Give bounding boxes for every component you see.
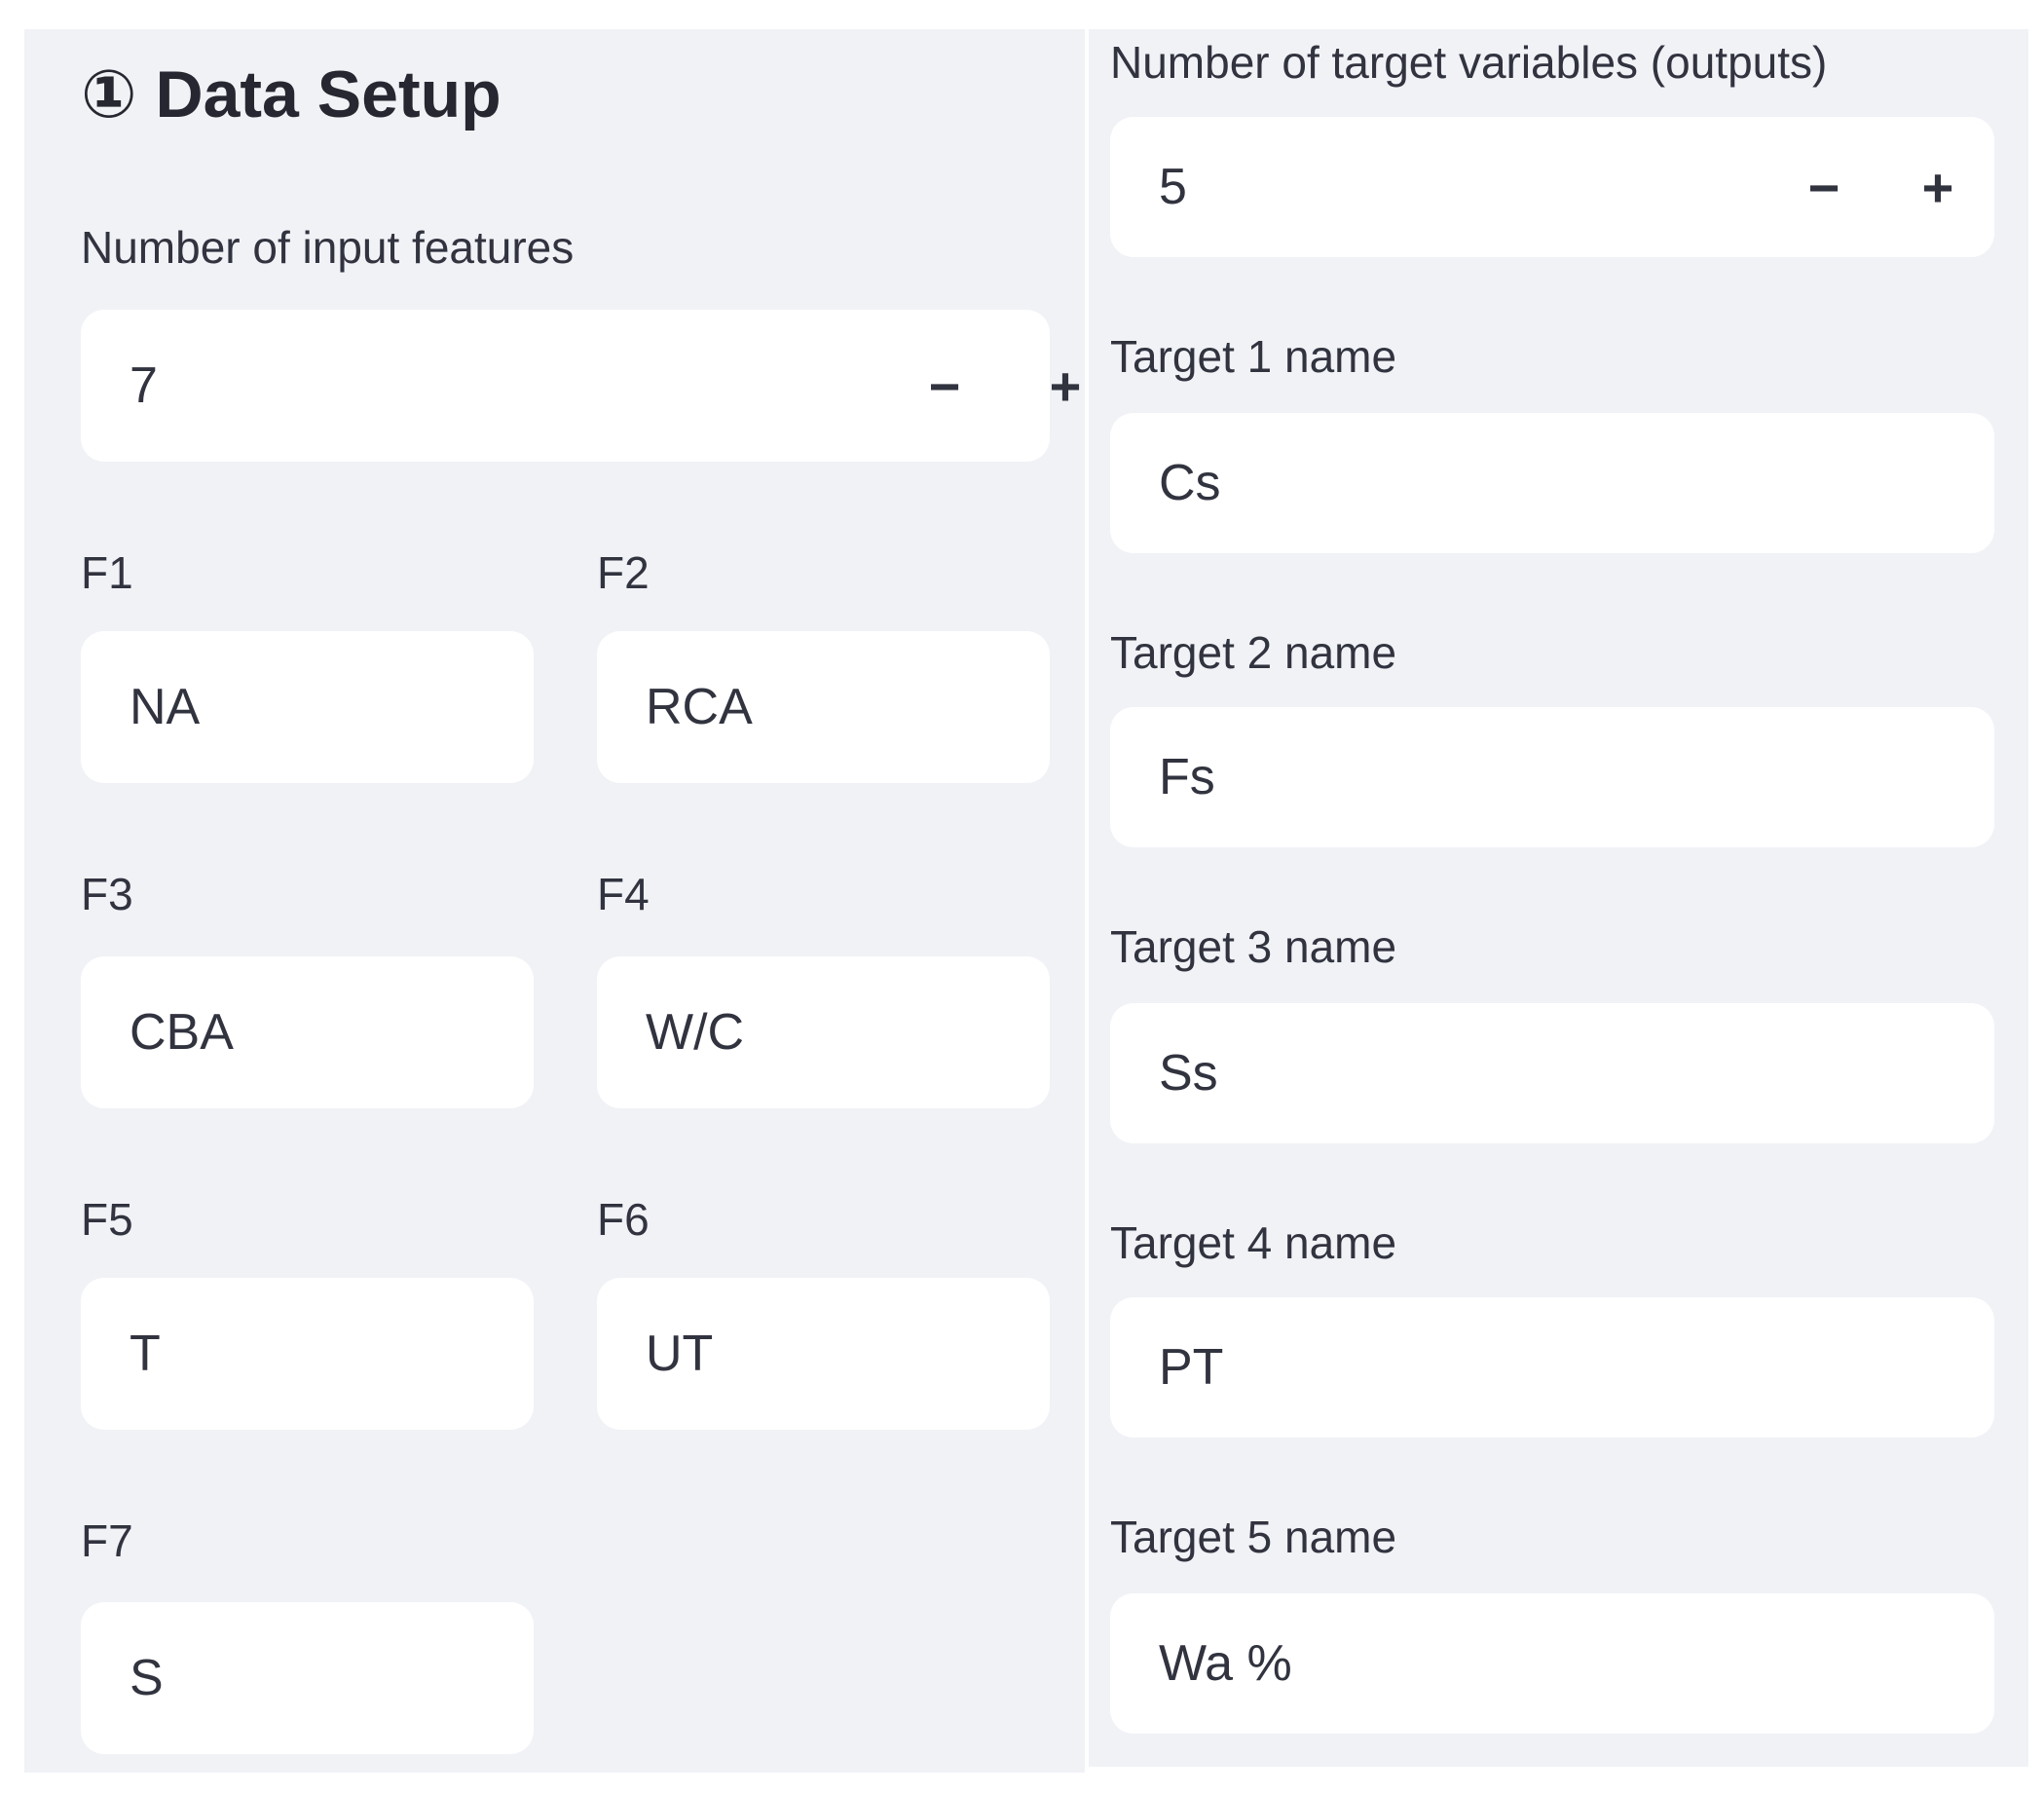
feature-value-f5[interactable]: T: [130, 1325, 161, 1383]
feature-field-f5[interactable]: T: [81, 1278, 534, 1430]
input-features-count-label: Number of input features: [81, 222, 575, 273]
target-label-4: Target 4 name: [1110, 1217, 1397, 1268]
target-value-5[interactable]: Wa %: [1159, 1634, 1292, 1693]
target-field-3[interactable]: Ss: [1110, 1003, 1994, 1143]
input-features-count-value[interactable]: 7: [130, 356, 158, 415]
target-label-3: Target 3 name: [1110, 921, 1397, 972]
feature-label-f4: F4: [597, 869, 650, 919]
target-label-5: Target 5 name: [1110, 1512, 1397, 1562]
target-field-4[interactable]: PT: [1110, 1297, 1994, 1438]
feature-value-f3[interactable]: CBA: [130, 1003, 234, 1062]
left-panel: [24, 29, 1085, 1773]
target-label-1: Target 1 name: [1110, 331, 1397, 382]
decrement-button[interactable]: −: [1790, 153, 1858, 221]
feature-value-f6[interactable]: UT: [646, 1325, 713, 1383]
section-title: ① Data Setup: [81, 51, 502, 138]
feature-field-f4[interactable]: W/C: [597, 956, 1050, 1108]
decrement-button[interactable]: −: [911, 352, 979, 420]
increment-button[interactable]: +: [1031, 352, 1099, 420]
input-features-count-stepper[interactable]: 7 − +: [81, 310, 1081, 462]
feature-field-f6[interactable]: UT: [597, 1278, 1050, 1430]
target-value-4[interactable]: PT: [1159, 1338, 1223, 1397]
feature-field-f2[interactable]: RCA: [597, 631, 1050, 783]
feature-field-f3[interactable]: CBA: [81, 956, 534, 1108]
feature-value-f2[interactable]: RCA: [646, 678, 753, 736]
feature-field-f7[interactable]: S: [81, 1602, 534, 1754]
target-field-5[interactable]: Wa %: [1110, 1593, 1994, 1734]
feature-label-f1: F1: [81, 547, 133, 598]
feature-value-f4[interactable]: W/C: [646, 1003, 744, 1062]
feature-label-f6: F6: [597, 1194, 650, 1245]
target-value-2[interactable]: Fs: [1159, 748, 1215, 806]
section-title-text: Data Setup: [155, 57, 502, 131]
target-value-3[interactable]: Ss: [1159, 1044, 1218, 1103]
targets-count-stepper[interactable]: 5 − +: [1110, 117, 1994, 257]
increment-button[interactable]: +: [1904, 153, 1972, 221]
target-field-1[interactable]: Cs: [1110, 413, 1994, 553]
circled-digit-one-icon: ①: [81, 57, 137, 131]
targets-count-value[interactable]: 5: [1159, 158, 1187, 216]
target-field-2[interactable]: Fs: [1110, 707, 1994, 847]
feature-label-f3: F3: [81, 869, 133, 919]
feature-label-f5: F5: [81, 1194, 133, 1245]
feature-value-f7[interactable]: S: [130, 1649, 164, 1707]
feature-label-f7: F7: [81, 1515, 133, 1566]
feature-value-f1[interactable]: NA: [130, 678, 200, 736]
right-panel: [1089, 29, 2028, 1767]
feature-label-f2: F2: [597, 547, 650, 598]
feature-field-f1[interactable]: NA: [81, 631, 534, 783]
targets-count-label: Number of target variables (outputs): [1110, 37, 1828, 88]
target-label-2: Target 2 name: [1110, 627, 1397, 678]
target-value-1[interactable]: Cs: [1159, 454, 1221, 512]
